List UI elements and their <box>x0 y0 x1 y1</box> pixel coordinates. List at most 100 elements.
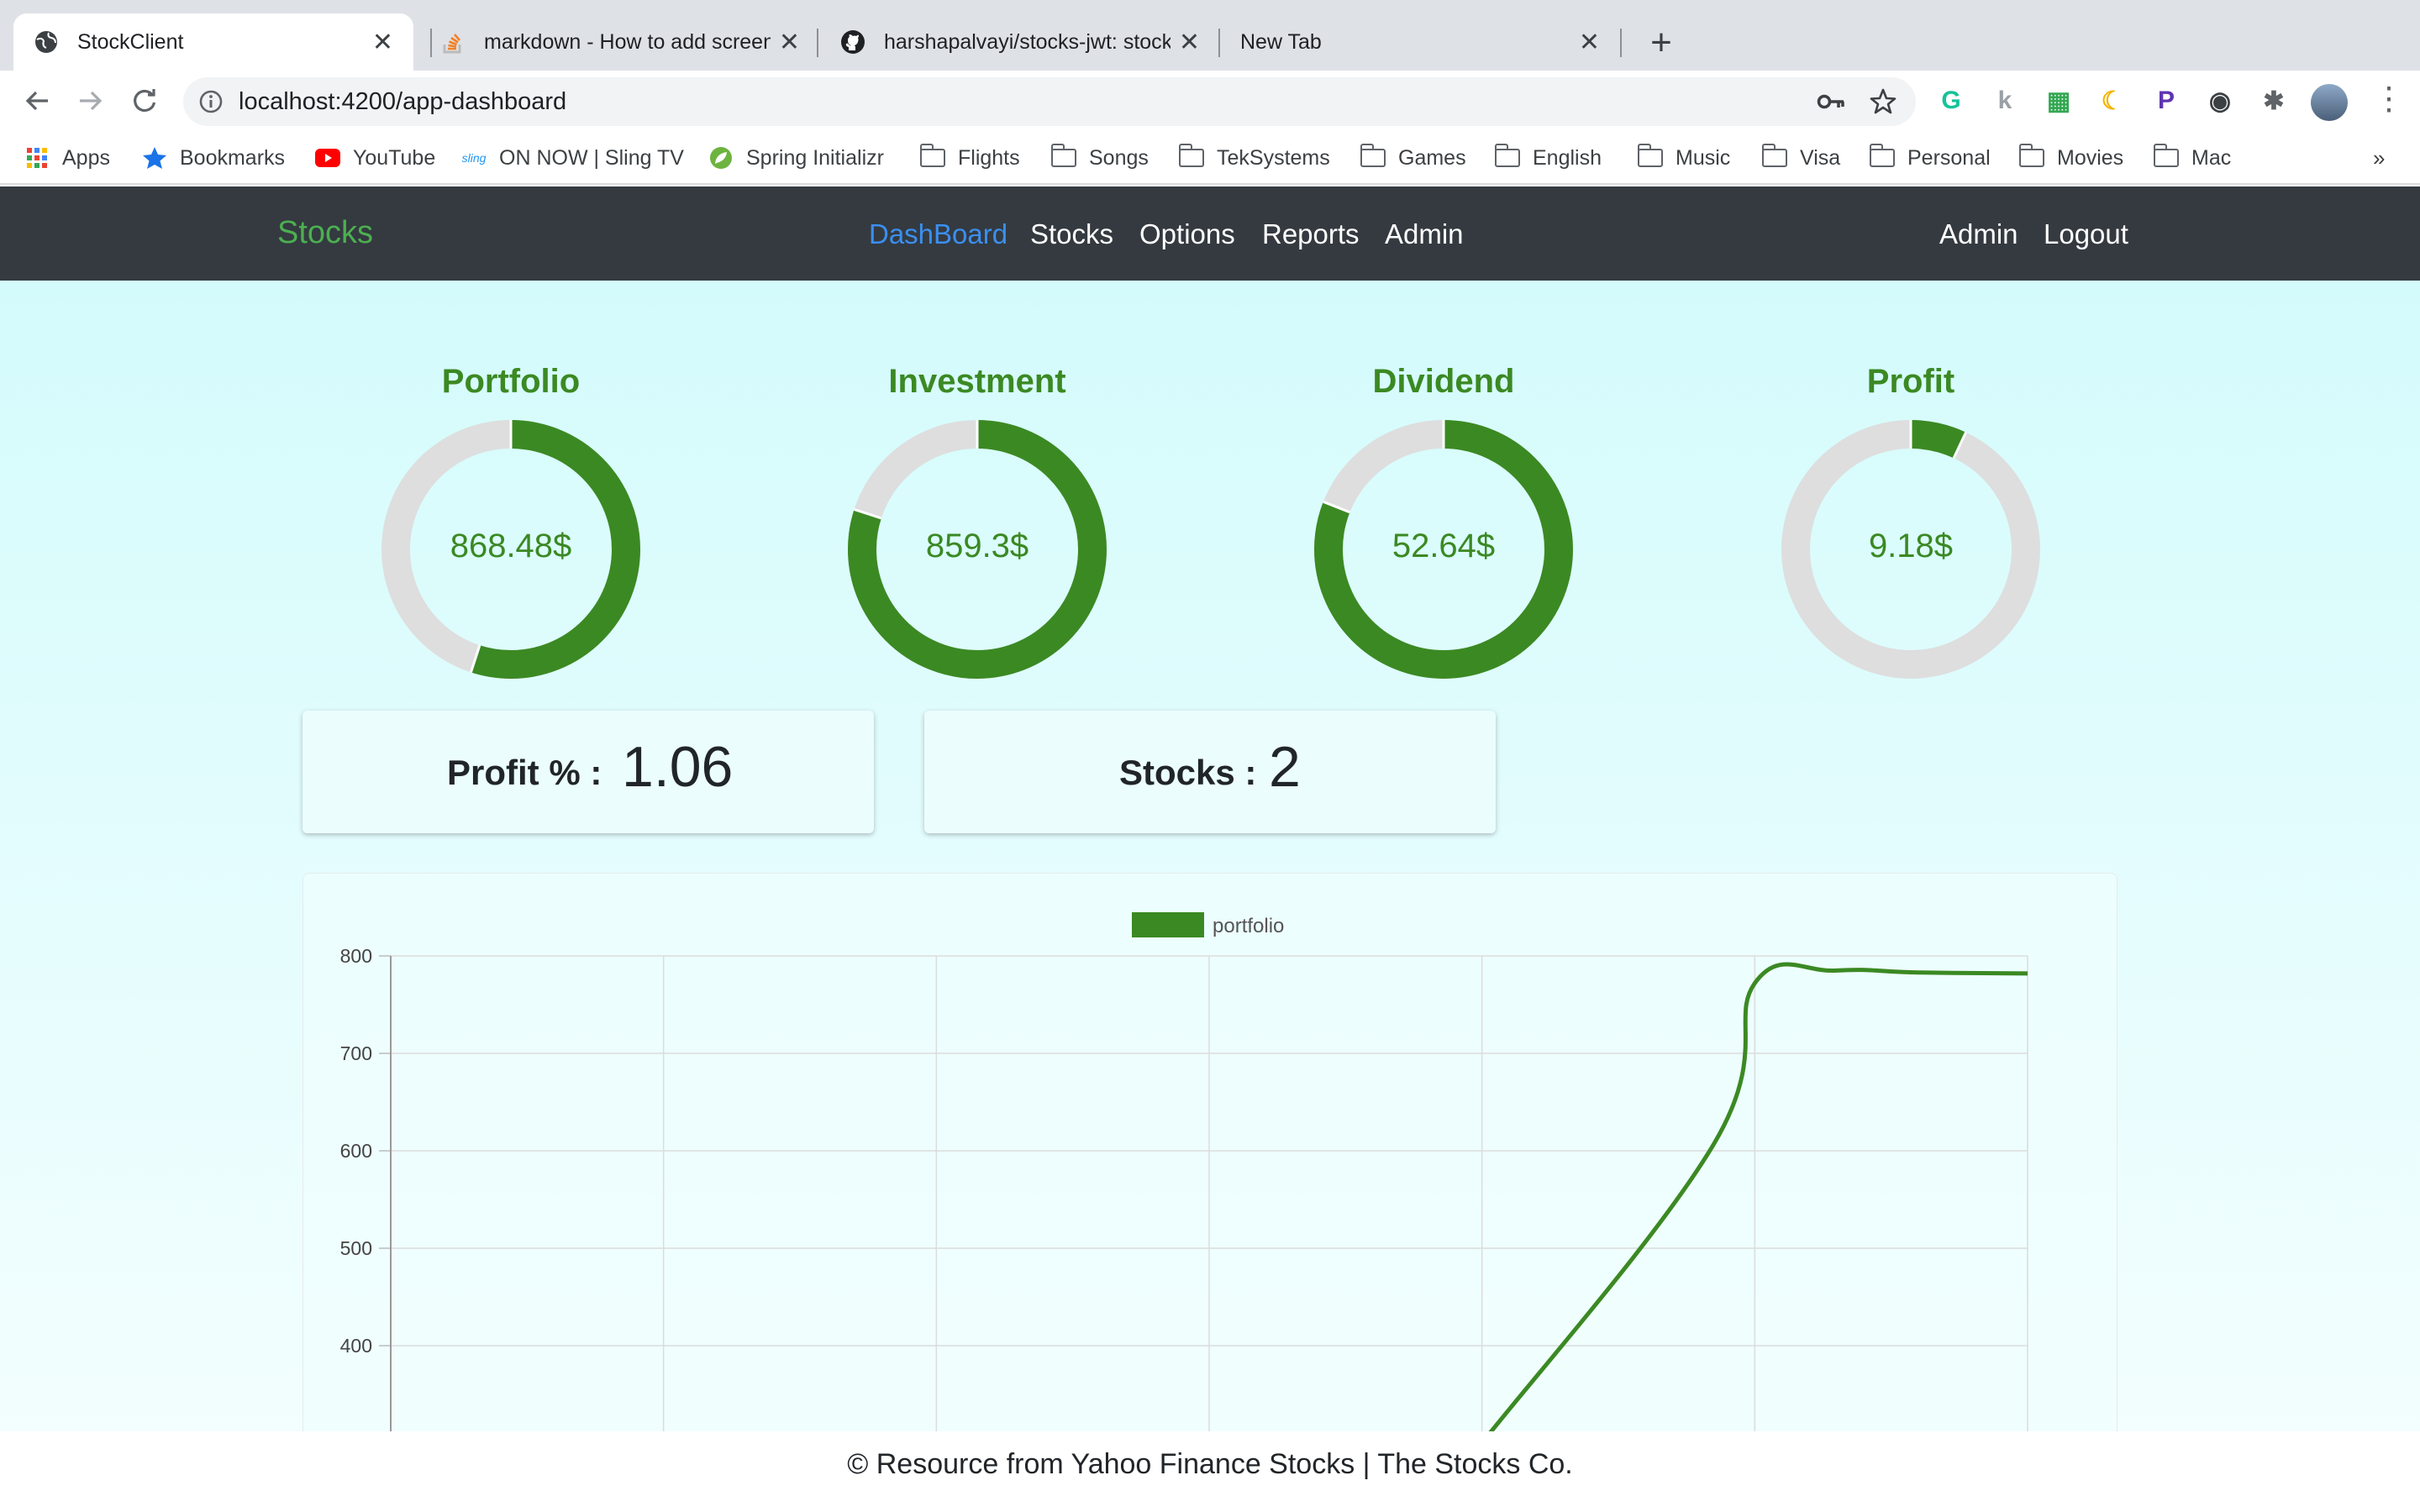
profit-value: 9.18$ <box>1868 528 1954 564</box>
y-tick-label: 400 <box>340 1335 372 1357</box>
bookmark-label: Visa <box>1800 145 1841 170</box>
more-bookmarks-button[interactable]: » <box>2373 143 2385 173</box>
tab-close-icon[interactable]: ✕ <box>779 28 800 57</box>
tab-separator <box>1620 29 1622 57</box>
key-icon[interactable] <box>1817 91 1845 113</box>
bookmark-apps[interactable]: Apps <box>24 143 110 173</box>
folder-icon <box>1494 144 1521 171</box>
apps-grid-icon <box>24 145 50 171</box>
y-tick-label: 500 <box>340 1237 372 1259</box>
tab-stackoverflow[interactable]: markdown - How to add screen ✕ <box>420 13 820 71</box>
y-tick-label: 700 <box>340 1042 372 1064</box>
stackoverflow-icon <box>440 29 466 55</box>
bookmark-music[interactable]: Music <box>1637 143 1730 173</box>
bookmark-label: Spring Initializr <box>746 145 884 170</box>
profit-percent-label: Profit % : <box>447 753 602 792</box>
bookmark-label: YouTube <box>353 145 436 170</box>
stocks-count-label: Stocks : <box>1119 753 1257 792</box>
tab-close-icon[interactable]: ✕ <box>372 28 393 57</box>
tab-separator <box>817 29 818 57</box>
bookmark-flights[interactable]: Flights <box>919 143 1020 173</box>
nav-options[interactable]: Options <box>1139 218 1235 250</box>
bookmark-songs[interactable]: Songs <box>1050 143 1149 173</box>
bookmark-youtube[interactable]: YouTube <box>314 143 435 173</box>
new-tab-button[interactable]: + <box>1642 18 1681 67</box>
app-navbar: Stocks DashBoard Stocks Options Reports … <box>0 186 2420 281</box>
nav-reports[interactable]: Reports <box>1262 218 1360 250</box>
bookmark-bookmarks[interactable]: Bookmarks <box>141 143 285 173</box>
portfolio-line-chart: portfolio 400 500 600 700 800 <box>340 912 2028 1460</box>
bookmark-spring-initializr[interactable]: Spring Initializr <box>708 143 884 173</box>
dashboard-content: Portfolio 868.48$ Investment 859.3$ Dividend… <box>0 281 2420 1461</box>
bookmark-personal[interactable]: Personal <box>1869 143 1991 173</box>
tab-close-icon[interactable]: ✕ <box>1579 28 1600 57</box>
nav-admin-right[interactable]: Admin <box>1939 218 2018 250</box>
dividend-title: Dividend <box>1372 363 1515 400</box>
investment-value: 859.3$ <box>925 528 1029 564</box>
reload-icon <box>134 89 156 113</box>
forward-button[interactable] <box>71 81 111 121</box>
reload-button[interactable] <box>124 81 165 121</box>
extensions-puzzle-icon[interactable]: ✱ <box>2257 84 2291 118</box>
bookmark-label: Games <box>1398 145 1466 170</box>
bookmark-movies[interactable]: Movies <box>2018 143 2123 173</box>
address-bar[interactable]: localhost:4200/app-dashboard <box>183 77 1916 126</box>
chrome-menu-icon[interactable]: ⋮ <box>2373 82 2405 119</box>
grammarly-icon[interactable]: G <box>1934 84 1968 118</box>
ghostery-icon[interactable]: ◉ <box>2203 84 2237 118</box>
folder-icon <box>1761 144 1788 171</box>
nav-dashboard[interactable]: DashBoard <box>869 218 1007 250</box>
info-icon[interactable] <box>198 89 224 114</box>
bookmark-label: Personal <box>1907 145 1991 170</box>
bookmark-english[interactable]: English <box>1494 143 1602 173</box>
url-text: localhost:4200/app-dashboard <box>239 88 567 115</box>
bookmark-label: Flights <box>958 145 1020 170</box>
bookmark-mac[interactable]: Mac <box>2153 143 2231 173</box>
browser-toolbar: localhost:4200/app-dashboard ⋮ Gk ▦ ☾ P ◉ ✱ <box>0 71 2420 131</box>
nav-logout[interactable]: Logout <box>2044 218 2128 250</box>
github-icon <box>840 29 865 55</box>
nav-stocks[interactable]: Stocks <box>1030 218 1113 250</box>
bookmarks-bar: Apps Bookmarks YouTube sling ON NOW | Sling … <box>0 131 2420 185</box>
bookmark-star-icon[interactable] <box>1869 87 1897 116</box>
tab-github[interactable]: harshapalvayi/stocks-jwt: stock ✕ <box>820 13 1220 71</box>
portfolio-chart-panel: portfolio 400 500 600 700 800 <box>302 873 2118 1461</box>
pushbullet-icon[interactable]: P <box>2149 84 2183 118</box>
folder-icon <box>1178 144 1205 171</box>
dark-mode-icon[interactable]: ☾ <box>2096 84 2129 118</box>
bookmark-on-now-sling-tv[interactable]: sling ON NOW | Sling TV <box>460 143 684 173</box>
profit-percent-card: Profit % : 1.06 <box>302 711 874 833</box>
brand-link[interactable]: Stocks <box>277 215 373 251</box>
bookmark-label: TekSystems <box>1217 145 1330 170</box>
profit-percent-value: 1.06 <box>622 735 734 799</box>
dividend-value: 52.64$ <box>1392 528 1496 564</box>
sheets-extension-icon[interactable]: ▦ <box>2042 84 2075 118</box>
folder-icon <box>2153 144 2180 171</box>
tab-close-icon[interactable]: ✕ <box>1179 28 1200 57</box>
extension-k-icon[interactable]: k <box>1988 84 2022 118</box>
youtube-icon <box>314 145 341 171</box>
back-button[interactable] <box>17 81 57 121</box>
bookmark-label: English <box>1533 145 1602 170</box>
nav-admin[interactable]: Admin <box>1385 218 1464 250</box>
bookmark-teksystems[interactable]: TekSystems <box>1178 143 1330 173</box>
bookmark-label: ON NOW | Sling TV <box>499 145 684 170</box>
tab-new-tab[interactable]: New Tab ✕ <box>1220 13 1620 71</box>
bookmark-games[interactable]: Games <box>1360 143 1466 173</box>
tab-stockclient[interactable]: StockClient ✕ <box>13 13 413 71</box>
tab-title: harshapalvayi/stocks-jwt: stock <box>884 29 1171 54</box>
investment-title: Investment <box>888 363 1066 400</box>
footer: © Resource from Yahoo Finance Stocks | T… <box>0 1431 2420 1512</box>
bookmark-label: Mac <box>2191 145 2232 170</box>
bookmark-visa[interactable]: Visa <box>1761 143 1840 173</box>
bookmark-label: Apps <box>62 145 110 170</box>
forward-arrow-icon <box>80 91 103 111</box>
bookmark-label: Music <box>1676 145 1731 170</box>
portfolio-title: Portfolio <box>441 363 581 400</box>
browser-tab-strip: StockClient ✕ markdown - How to add scre… <box>0 0 2420 71</box>
stocks-count-card: Stocks : 2 <box>924 711 1496 833</box>
star-icon <box>141 145 168 171</box>
profile-avatar[interactable] <box>2311 84 2348 121</box>
profit-title: Profit <box>1866 363 1955 400</box>
tab-title: markdown - How to add screen <box>484 29 771 54</box>
